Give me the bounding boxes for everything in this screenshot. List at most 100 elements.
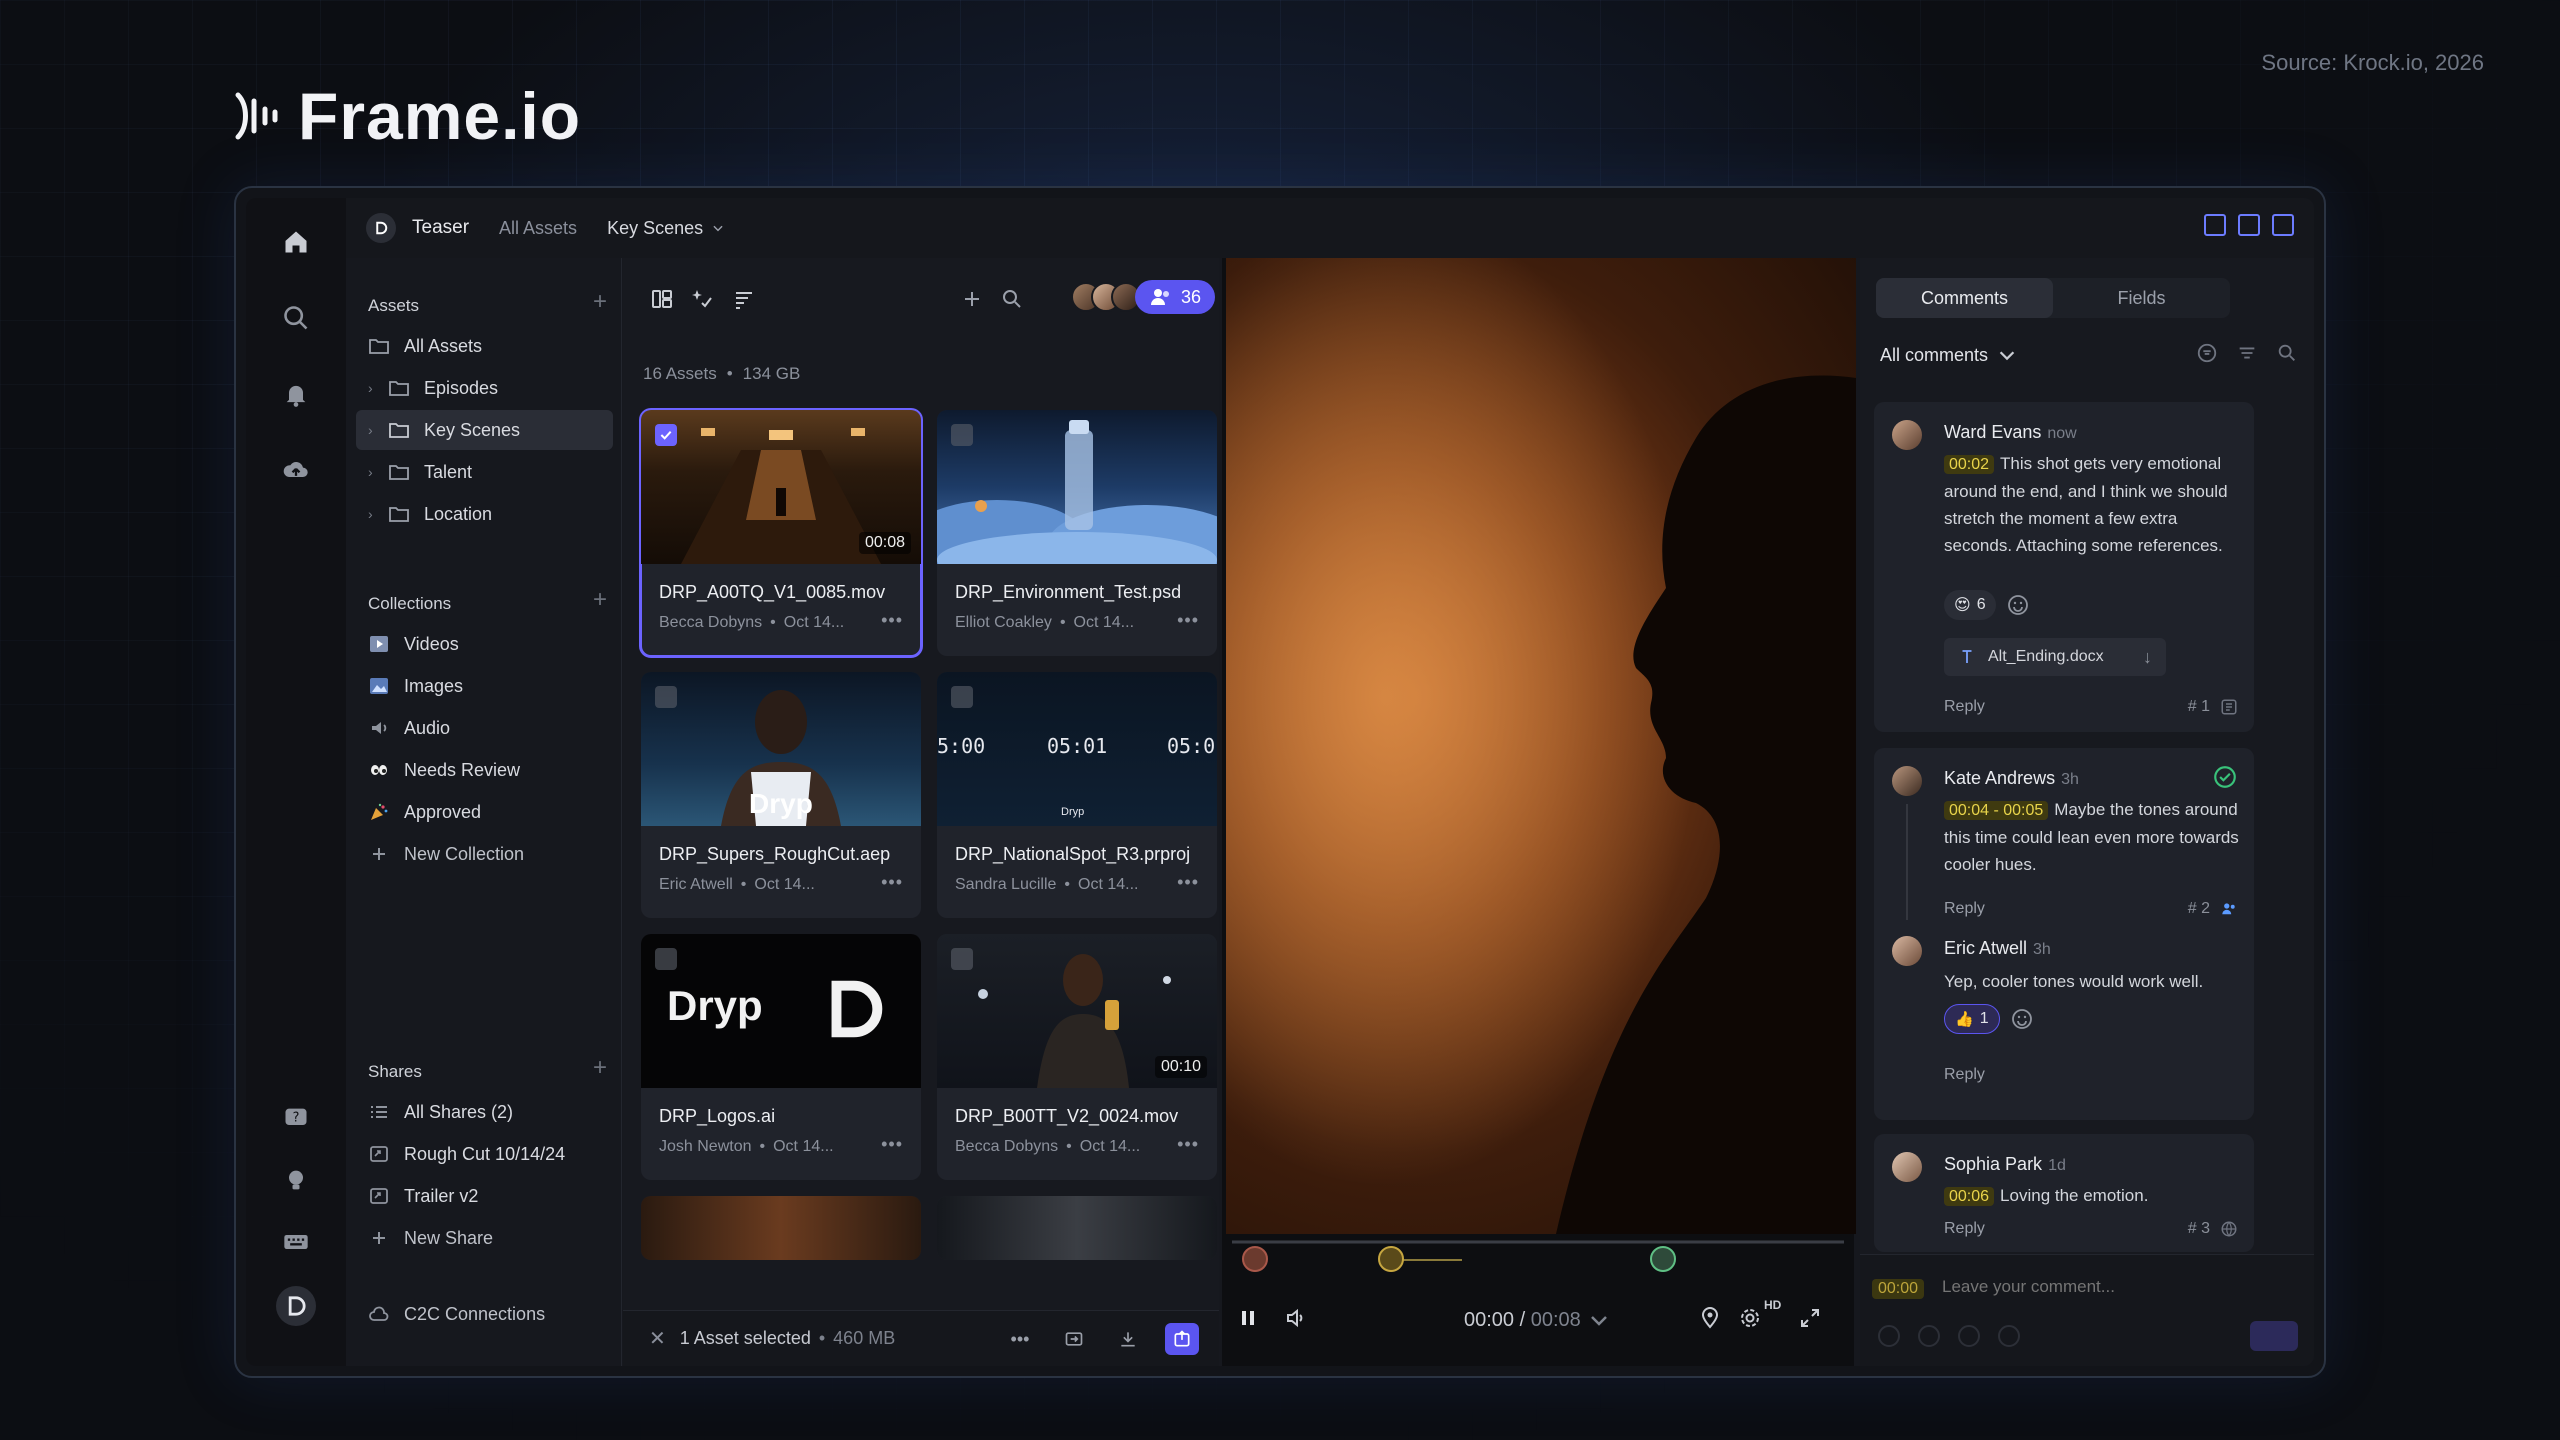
sparkle-sort-icon[interactable]: [689, 286, 715, 312]
reply-button[interactable]: Reply: [1944, 900, 1985, 918]
sidebar-item-new-collection[interactable]: New Collection: [356, 834, 613, 874]
sidebar-item-audio[interactable]: Audio: [356, 708, 613, 748]
breadcrumb-current[interactable]: Key Scenes: [607, 218, 725, 239]
share-icon[interactable]: [1165, 1323, 1199, 1355]
timeline[interactable]: [1232, 1240, 1844, 1280]
sidebar-item-rough-cut[interactable]: Rough Cut 10/14/24: [356, 1134, 613, 1174]
sidebar-item-all-shares[interactable]: All Shares (2): [356, 1092, 613, 1132]
search-icon[interactable]: [2276, 342, 2298, 364]
sidebar-item-videos[interactable]: Videos: [356, 624, 613, 664]
draw-icon[interactable]: [1918, 1325, 1940, 1347]
asset-card[interactable]: Dryp DRP_Logos.ai Josh Newton • Oct 14... …: [641, 934, 921, 1180]
send-button[interactable]: [2250, 1321, 2298, 1351]
chevron-right-icon[interactable]: ›: [368, 506, 384, 522]
comment-input[interactable]: [1942, 1277, 2202, 1297]
chevron-right-icon[interactable]: ›: [368, 380, 384, 396]
filter-icon[interactable]: [2196, 342, 2218, 364]
volume-icon[interactable]: [1284, 1306, 1308, 1330]
reply-button[interactable]: Reply: [1944, 698, 1985, 716]
globe-icon[interactable]: [2220, 1220, 2238, 1238]
checkbox-checked[interactable]: [655, 424, 677, 446]
more-options-icon[interactable]: •••: [881, 1134, 903, 1155]
checkbox[interactable]: [655, 686, 677, 708]
more-options-icon[interactable]: •••: [881, 872, 903, 893]
layout-left-icon[interactable]: [2204, 214, 2226, 236]
pause-icon[interactable]: [1236, 1306, 1260, 1330]
member-avatars[interactable]: [1071, 282, 1141, 312]
tab-comments[interactable]: Comments: [1876, 278, 2053, 318]
emoji-picker-icon[interactable]: [1958, 1325, 1980, 1347]
asset-card[interactable]: Dryp DRP_Supers_RoughCut.aep Eric Atwell…: [641, 672, 921, 918]
help-icon[interactable]: ?: [276, 1098, 316, 1138]
visibility-icon[interactable]: [1998, 1325, 2020, 1347]
asset-card[interactable]: 00:10 DRP_B00TT_V2_0024.mov Becca Dobyns…: [937, 934, 1217, 1180]
timecode-display[interactable]: 00:00 / 00:08: [1464, 1308, 1611, 1332]
download-icon[interactable]: [1111, 1323, 1145, 1355]
asset-card[interactable]: [937, 1196, 1217, 1260]
reply-button[interactable]: Reply: [1944, 1220, 1985, 1238]
sidebar-item-c2c-connections[interactable]: C2C Connections: [356, 1294, 613, 1334]
chevron-right-icon[interactable]: ›: [368, 422, 384, 438]
project-logo-icon[interactable]: [366, 213, 396, 243]
comment-marker[interactable]: [1650, 1246, 1676, 1272]
add-reaction-icon[interactable]: [2010, 1007, 2034, 1031]
checkbox[interactable]: [951, 948, 973, 970]
attach-icon[interactable]: [1878, 1325, 1900, 1347]
sidebar-item-key-scenes[interactable]: › Key Scenes: [356, 410, 613, 450]
add-asset-icon[interactable]: +: [593, 288, 607, 316]
asset-card[interactable]: DRP_Environment_Test.psd Elliot Coakley •…: [937, 410, 1217, 656]
settings-gear-icon[interactable]: [1738, 1306, 1762, 1330]
lightbulb-icon[interactable]: [276, 1160, 316, 1200]
asset-card[interactable]: 00:08 DRP_A00TQ_V1_0085.mov Becca Dobyns…: [639, 408, 923, 658]
sidebar-item-episodes[interactable]: › Episodes: [356, 368, 613, 408]
home-icon[interactable]: [276, 222, 316, 262]
sidebar-item-images[interactable]: Images: [356, 666, 613, 706]
video-frame[interactable]: [1226, 258, 1856, 1234]
comment-marker[interactable]: [1242, 1246, 1268, 1272]
add-icon[interactable]: [959, 286, 985, 312]
sidebar-item-new-share[interactable]: New Share: [356, 1218, 613, 1258]
comment-timecode[interactable]: 00:04 - 00:05: [1944, 801, 2049, 820]
bell-icon[interactable]: [276, 374, 316, 414]
composer-timecode[interactable]: 00:00: [1872, 1279, 1925, 1299]
search-icon[interactable]: [276, 298, 316, 338]
sidebar-item-location[interactable]: › Location: [356, 494, 613, 534]
project-name[interactable]: Teaser: [412, 217, 469, 239]
keyboard-icon[interactable]: [276, 1222, 316, 1262]
members-count-button[interactable]: 36: [1135, 280, 1216, 314]
more-options-icon[interactable]: •••: [1177, 610, 1199, 631]
sort-icon[interactable]: [2236, 342, 2258, 364]
sidebar-item-talent[interactable]: › Talent: [356, 452, 613, 492]
asset-card[interactable]: [641, 1196, 921, 1260]
comment-card[interactable]: Ward Evans now 00:02 This shot gets very e…: [1874, 402, 2254, 732]
cloud-upload-icon[interactable]: [276, 450, 316, 490]
add-reaction-icon[interactable]: [2006, 593, 2030, 617]
comments-filter-dropdown[interactable]: All comments: [1880, 344, 2018, 366]
more-actions-icon[interactable]: •••: [1003, 1323, 1037, 1355]
layout-right-icon[interactable]: [2272, 214, 2294, 236]
add-share-icon[interactable]: +: [593, 1054, 607, 1082]
reaction-pill[interactable]: 👍 1: [1944, 1004, 2000, 1034]
move-icon[interactable]: [1057, 1323, 1091, 1355]
comment-timecode[interactable]: 00:06: [1944, 1187, 1995, 1206]
fullscreen-icon[interactable]: [1798, 1306, 1822, 1330]
resolved-check-icon[interactable]: [2212, 764, 2238, 790]
checkbox[interactable]: [951, 424, 973, 446]
breadcrumb-all-assets[interactable]: All Assets: [499, 218, 577, 239]
clear-selection-icon[interactable]: ✕: [649, 1326, 666, 1351]
add-collection-icon[interactable]: +: [593, 586, 607, 614]
annotation-icon[interactable]: [2220, 698, 2238, 716]
chevron-right-icon[interactable]: ›: [368, 464, 384, 480]
asset-card[interactable]: 5:00 05:01 05:0 Dryp DRP_NationalSpot_R3…: [937, 672, 1217, 918]
sidebar-item-trailer-v2[interactable]: Trailer v2: [356, 1176, 613, 1216]
layout-center-icon[interactable]: [2238, 214, 2260, 236]
checkbox[interactable]: [951, 686, 973, 708]
comment-marker[interactable]: [1378, 1246, 1404, 1272]
sidebar-item-needs-review[interactable]: Needs Review: [356, 750, 613, 790]
assign-users-icon[interactable]: [2220, 900, 2238, 918]
attachment-chip[interactable]: Alt_Ending.docx ↓: [1944, 638, 2166, 676]
sort-lines-icon[interactable]: [731, 286, 757, 312]
marker-icon[interactable]: [1698, 1306, 1722, 1330]
grid-view-icon[interactable]: [649, 286, 675, 312]
download-attachment-icon[interactable]: ↓: [2143, 647, 2152, 668]
